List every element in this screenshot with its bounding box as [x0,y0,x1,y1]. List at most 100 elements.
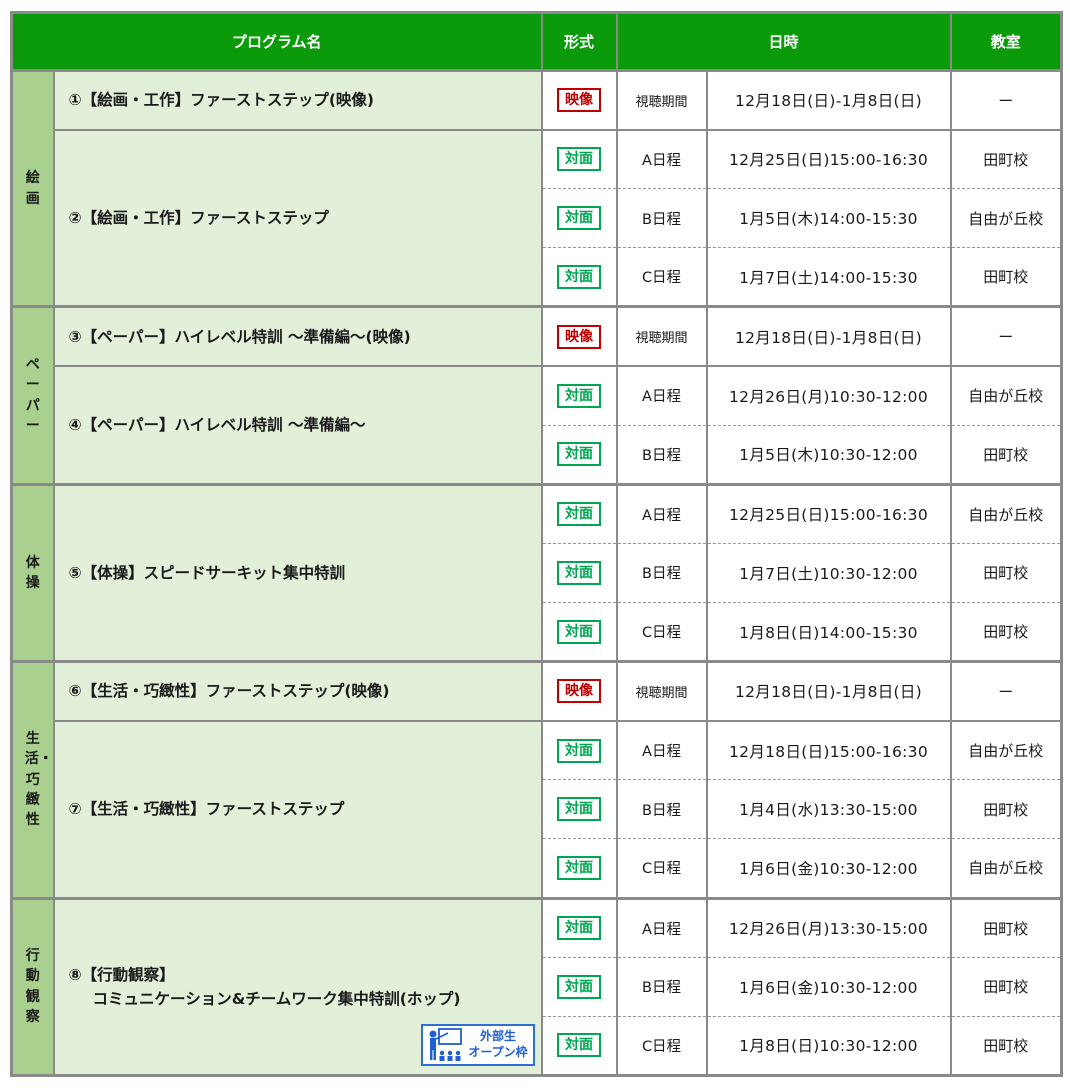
schedule-datetime: 1月8日(日)10:30-12:00 [705,1015,952,1076]
category-exercise: 体操 [10,482,55,662]
program-8-title: ⑧【行動観察】 [68,965,175,984]
schedule-room: 自由が丘校 [949,482,1063,544]
schedule-label: B日程 [615,188,708,248]
live-badge: 対面 [557,974,601,999]
table-row: ⑦【生活・巧緻性】ファーストステップ 対面 A日程 12月18日(日)15:00… [12,719,1063,899]
table-row: 絵画 ①【絵画・工作】ファーストステップ(映像) 映像 視聴期間 12月18日(… [10,68,1063,307]
schedule-label: 視聴期間 [615,305,708,367]
schedule-datetime: 1月4日(水)13:30-15:00 [705,779,952,839]
category-behavior: 行動観察 [10,896,55,1076]
schedule-table: プログラム名 形式 日時 教室 絵画 ①【絵画・工作】ファーストステップ(映像)… [10,11,1064,1077]
schedule-datetime: 1月7日(土)10:30-12:00 [705,542,952,603]
live-badge: 対面 [557,442,601,467]
video-badge: 映像 [557,324,601,349]
schedule-label: B日程 [615,956,708,1017]
schedule-room: 田町校 [949,896,1063,958]
program-2: ②【絵画・工作】ファーストステップ [52,128,543,307]
header-program: プログラム名 [10,11,543,72]
schedule-room: 自由が丘校 [949,365,1063,426]
schedule-datetime: 1月6日(金)10:30-12:00 [705,956,952,1017]
program-8-subtitle: コミュニケーション&チームワーク集中特訓(ホップ) [92,989,461,1008]
schedule-datetime: 1月8日(日)14:00-15:30 [705,601,952,662]
schedule-label: A日程 [615,365,708,426]
live-badge: 対面 [557,502,601,527]
schedule-room: 田町校 [949,542,1063,603]
live-badge: 対面 [557,738,601,763]
teacher-students-icon [429,1028,462,1061]
live-badge: 対面 [557,619,601,644]
category-drawing: 絵画 [10,68,55,307]
category-life: 生活・巧緻性 [10,660,55,899]
table-row: ④【ペーパー】ハイレベル特訓 ～準備編～ 対面 A日程 12月26日(月)10:… [12,365,1063,485]
schedule-label: B日程 [615,542,708,603]
live-badge: 対面 [557,855,601,880]
live-badge: 対面 [557,1033,601,1058]
video-badge: 映像 [557,679,601,704]
schedule-datetime: 1月5日(木)14:00-15:30 [705,188,952,248]
table-row: ②【絵画・工作】ファーストステップ 対面 A日程 12月25日(日)15:00-… [12,128,1063,307]
program-6: ⑥【生活・巧緻性】ファーストステップ(映像) [52,660,543,721]
category-paper: ペーパー [10,305,55,485]
schedule-room: 田町校 [949,128,1063,189]
live-badge: 対面 [557,383,601,408]
schedule-datetime: 1月6日(金)10:30-12:00 [705,838,952,899]
schedule-label: C日程 [615,601,708,662]
schedule-datetime: 1月7日(土)14:00-15:30 [705,247,952,307]
program-7: ⑦【生活・巧緻性】ファーストステップ [52,719,543,899]
schedule-room: ー [949,68,1063,130]
schedule-room: ー [949,660,1063,721]
schedule-datetime: 1月5日(木)10:30-12:00 [705,424,952,485]
schedule-datetime: 12月25日(日)15:00-16:30 [705,482,952,544]
schedule-datetime: 12月25日(日)15:00-16:30 [705,128,952,189]
live-badge: 対面 [557,206,601,231]
schedule-label: A日程 [615,482,708,544]
live-badge: 対面 [557,264,601,289]
live-badge: 対面 [557,916,601,941]
live-badge: 対面 [557,147,601,172]
open-enrollment-badge: 外部生 オープン枠 [420,1024,535,1066]
header-format: 形式 [540,11,618,72]
table-row: 生活・巧緻性 ⑥【生活・巧緻性】ファーストステップ(映像) 映像 視聴期間 12… [10,660,1063,899]
schedule-label: 視聴期間 [615,68,708,130]
schedule-datetime: 12月18日(日)15:00-16:30 [705,719,952,780]
video-badge: 映像 [557,88,601,113]
schedule-label: B日程 [615,424,708,485]
open-badge-line2: オープン枠 [468,1045,528,1059]
open-badge-line1: 外部生 [479,1029,516,1044]
schedule-room: 田町校 [949,779,1063,839]
schedule-label: B日程 [615,779,708,839]
schedule-label: A日程 [615,896,708,958]
schedule-label: 視聴期間 [615,660,708,721]
schedule-room: 田町校 [949,424,1063,485]
table-row: 行動観察 ⑧【行動観察】 コミュニケーション&チームワーク集中特訓(ホップ) 外… [10,896,1063,1076]
schedule-room: 自由が丘校 [949,838,1063,899]
schedule-datetime: 12月26日(月)10:30-12:00 [705,365,952,426]
schedule-datetime: 12月18日(日)-1月8日(日) [705,660,952,721]
schedule-label: A日程 [615,128,708,189]
schedule-label: C日程 [615,1015,708,1076]
program-5: ⑤【体操】スピードサーキット集中特訓 [52,482,543,662]
schedule-room: 自由が丘校 [949,188,1063,248]
schedule-datetime: 12月26日(月)13:30-15:00 [705,896,952,958]
header-room: 教室 [949,11,1063,72]
schedule-label: A日程 [615,719,708,780]
schedule-room: ー [949,305,1063,367]
schedule-datetime: 12月18日(日)-1月8日(日) [705,305,952,367]
header-datetime: 日時 [615,11,952,72]
schedule-label: C日程 [615,247,708,307]
program-8: ⑧【行動観察】 コミュニケーション&チームワーク集中特訓(ホップ) 外部生 オー… [52,896,543,1076]
program-4: ④【ペーパー】ハイレベル特訓 ～準備編～ [52,365,543,485]
schedule-room: 田町校 [949,956,1063,1017]
schedule-label: C日程 [615,838,708,899]
live-badge: 対面 [557,560,601,585]
header-row: プログラム名 形式 日時 教室 [10,11,1063,72]
schedule-room: 田町校 [949,601,1063,662]
program-3: ③【ペーパー】ハイレベル特訓 ～準備編～(映像) [52,305,543,367]
schedule-room: 田町校 [949,1015,1063,1076]
schedule-datetime: 12月18日(日)-1月8日(日) [705,68,952,130]
schedule-room: 自由が丘校 [949,719,1063,780]
table-row: 体操 ⑤【体操】スピードサーキット集中特訓 対面 A日程 12月25日(日)15… [10,482,1063,662]
table-row: ペーパー ③【ペーパー】ハイレベル特訓 ～準備編～(映像) 映像 視聴期間 12… [10,305,1063,485]
schedule-room: 田町校 [949,247,1063,307]
program-1: ①【絵画・工作】ファーストステップ(映像) [52,68,543,130]
